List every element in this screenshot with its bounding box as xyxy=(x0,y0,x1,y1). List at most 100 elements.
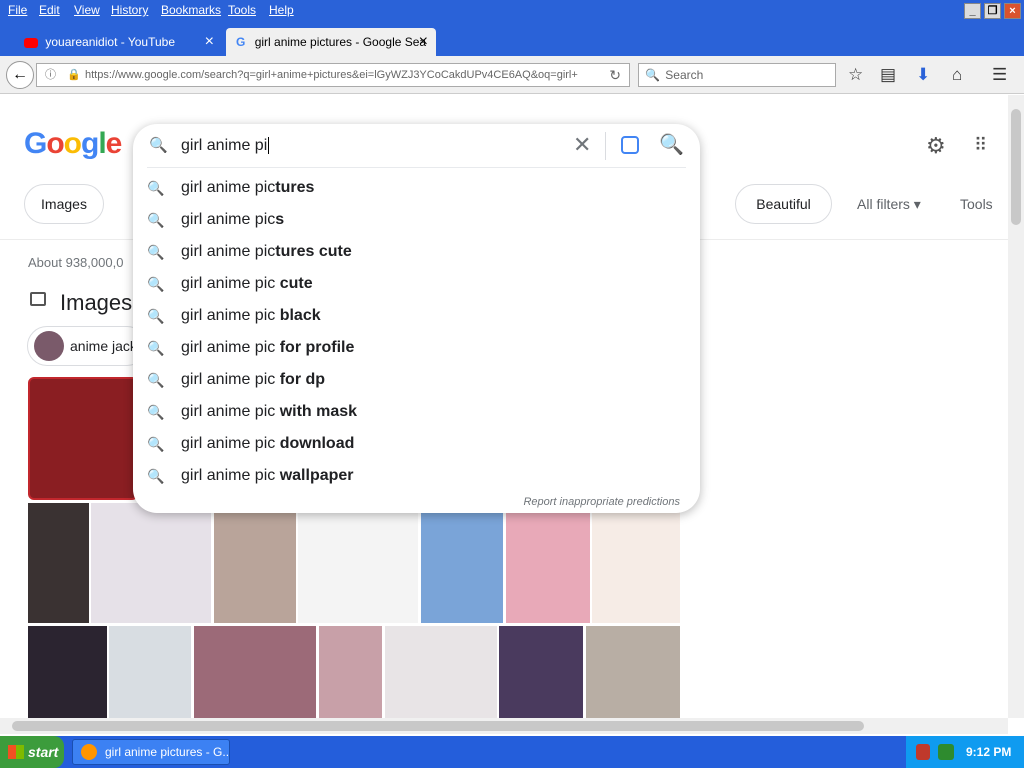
image-result[interactable] xyxy=(91,503,211,623)
suggestion-text: girl anime pictures cute xyxy=(181,236,352,268)
image-result-main[interactable] xyxy=(28,377,138,500)
suggestion-bold: s xyxy=(275,211,285,228)
back-button[interactable]: ← xyxy=(6,61,34,89)
url-bar[interactable]: ⓘ 🔒 https://www.google.com/search?q=girl… xyxy=(36,63,630,87)
clear-icon[interactable]: ✕ xyxy=(573,132,591,158)
google-logo[interactable]: Google xyxy=(24,127,122,161)
url-text[interactable]: https://www.google.com/search?q=girl+ani… xyxy=(85,64,605,86)
image-result[interactable] xyxy=(319,626,382,718)
image-result[interactable] xyxy=(194,626,316,718)
suggestion-text: girl anime pic download xyxy=(181,428,354,460)
suggestion-item[interactable]: 🔍 girl anime pic wallpaper xyxy=(147,460,687,492)
system-tray: 9:12 PM xyxy=(906,736,1024,768)
search-input[interactable]: 🔍 Search xyxy=(638,63,836,87)
image-result[interactable] xyxy=(214,503,296,623)
search-submit-icon[interactable]: 🔍 xyxy=(659,132,684,157)
search-icon: 🔍 xyxy=(147,244,165,260)
suggestion-bold: download xyxy=(275,435,355,452)
suggestion-bold: for profile xyxy=(275,339,355,356)
search-icon: 🔍 xyxy=(147,340,165,356)
image-result[interactable] xyxy=(592,503,680,623)
library-icon[interactable]: ▤ xyxy=(880,65,896,85)
search-icon: 🔍 xyxy=(147,180,165,196)
menu-view[interactable]: View xyxy=(74,3,100,17)
image-result[interactable] xyxy=(506,503,590,623)
query-text: girl anime pi xyxy=(181,137,268,154)
suggestion-item[interactable]: 🔍 girl anime pic for dp xyxy=(147,364,687,396)
close-tab-icon[interactable]: × xyxy=(205,28,214,56)
scrollbar-thumb[interactable] xyxy=(12,721,864,731)
suggestion-base: girl anime pic xyxy=(181,467,276,484)
image-result[interactable] xyxy=(109,626,191,718)
all-filters-button[interactable]: All filters ▾ xyxy=(857,196,921,213)
image-result[interactable] xyxy=(421,503,503,623)
suggestion-item[interactable]: 🔍 girl anime pic download xyxy=(147,428,687,460)
start-button[interactable]: start xyxy=(0,736,64,768)
chip-beautiful[interactable]: Beautiful xyxy=(735,184,832,224)
search-suggestions: 🔍 girl anime pi ✕ 🔍 🔍 girl anime pictures… xyxy=(133,124,700,513)
menu-history[interactable]: History xyxy=(111,3,148,17)
restore-button[interactable]: ❐ xyxy=(984,3,1001,19)
suggestion-item[interactable]: 🔍 girl anime pic for profile xyxy=(147,332,687,364)
chip-thumbnail xyxy=(34,331,64,361)
anime-jacket-chip[interactable]: anime jack xyxy=(27,326,147,366)
scrollbar-thumb[interactable] xyxy=(1011,109,1021,225)
chip-images[interactable]: Images xyxy=(24,184,104,224)
results-count: About 938,000,0 xyxy=(28,255,124,270)
image-result[interactable] xyxy=(499,626,583,718)
menu-help[interactable]: Help xyxy=(269,3,294,17)
suggestion-base: girl anime pic xyxy=(181,211,276,228)
suggestion-item[interactable]: 🔍 girl anime pictures cute xyxy=(147,236,687,268)
image-result[interactable] xyxy=(28,503,89,623)
suggestion-text: girl anime pic wallpaper xyxy=(181,460,354,492)
image-result[interactable] xyxy=(28,626,107,718)
minimize-button[interactable]: _ xyxy=(964,3,981,19)
start-label: start xyxy=(28,744,59,760)
suggestion-item[interactable]: 🔍 girl anime pictures xyxy=(147,172,687,204)
camera-lens-icon[interactable] xyxy=(621,136,639,154)
suggestion-item[interactable]: 🔍 girl anime pic cute xyxy=(147,268,687,300)
menu-file[interactable]: File xyxy=(8,3,27,17)
network-icon[interactable] xyxy=(938,744,954,760)
suggestion-base: girl anime pic xyxy=(181,435,276,452)
horizontal-scrollbar[interactable] xyxy=(0,718,1008,734)
tab-youtube[interactable]: youareanidiot - YouTube × xyxy=(16,28,222,56)
suggestion-base: girl anime pic xyxy=(181,371,276,388)
close-window-button[interactable]: × xyxy=(1004,3,1021,19)
image-result[interactable] xyxy=(586,626,680,718)
reload-icon[interactable]: ↻ xyxy=(609,64,621,86)
gear-icon[interactable]: ⚙ xyxy=(926,133,946,159)
close-tab-icon[interactable]: × xyxy=(419,28,428,56)
suggestion-item[interactable]: 🔍 girl anime pic black xyxy=(147,300,687,332)
menu-edit[interactable]: Edit xyxy=(39,3,60,17)
security-icon[interactable] xyxy=(916,744,930,760)
taskbar-item-firefox[interactable]: girl anime pictures - G... xyxy=(72,739,230,765)
info-icon[interactable]: ⓘ xyxy=(45,64,56,86)
vertical-scrollbar[interactable] xyxy=(1008,95,1024,718)
youtube-icon xyxy=(24,37,38,48)
suggestion-bold: tures cute xyxy=(275,243,352,260)
menu-icon[interactable]: ☰ xyxy=(992,65,1007,85)
query-input[interactable]: girl anime pi xyxy=(181,137,270,155)
suggestion-base: girl anime pic xyxy=(181,179,276,196)
image-result[interactable] xyxy=(385,626,497,718)
tab-google[interactable]: G girl anime pictures - Google Sea × xyxy=(226,28,436,56)
windows-logo-icon xyxy=(8,745,24,759)
report-predictions-link[interactable]: Report inappropriate predictions xyxy=(523,496,680,508)
image-result[interactable] xyxy=(298,503,418,623)
menu-tools[interactable]: Tools xyxy=(228,3,256,17)
taskbar-item-label: girl anime pictures - G... xyxy=(105,745,230,759)
tools-button[interactable]: Tools xyxy=(960,196,993,212)
all-filters-label: All filters xyxy=(857,196,910,212)
menu-bookmarks[interactable]: Bookmarks xyxy=(161,3,221,17)
search-icon: 🔍 xyxy=(147,404,165,420)
taskbar: start girl anime pictures - G... 9:12 PM xyxy=(0,736,1024,768)
apps-grid-icon[interactable]: ⠿ xyxy=(974,135,987,156)
suggestion-item[interactable]: 🔍 girl anime pic with mask xyxy=(147,396,687,428)
home-icon[interactable]: ⌂ xyxy=(952,65,962,85)
star-icon[interactable]: ☆ xyxy=(848,65,863,85)
suggestion-item[interactable]: 🔍 girl anime pics xyxy=(147,204,687,236)
images-heading: Images xyxy=(60,290,133,315)
download-icon[interactable]: ⬇ xyxy=(916,65,930,85)
nav-bar: ← ⓘ 🔒 https://www.google.com/search?q=gi… xyxy=(0,56,1024,94)
